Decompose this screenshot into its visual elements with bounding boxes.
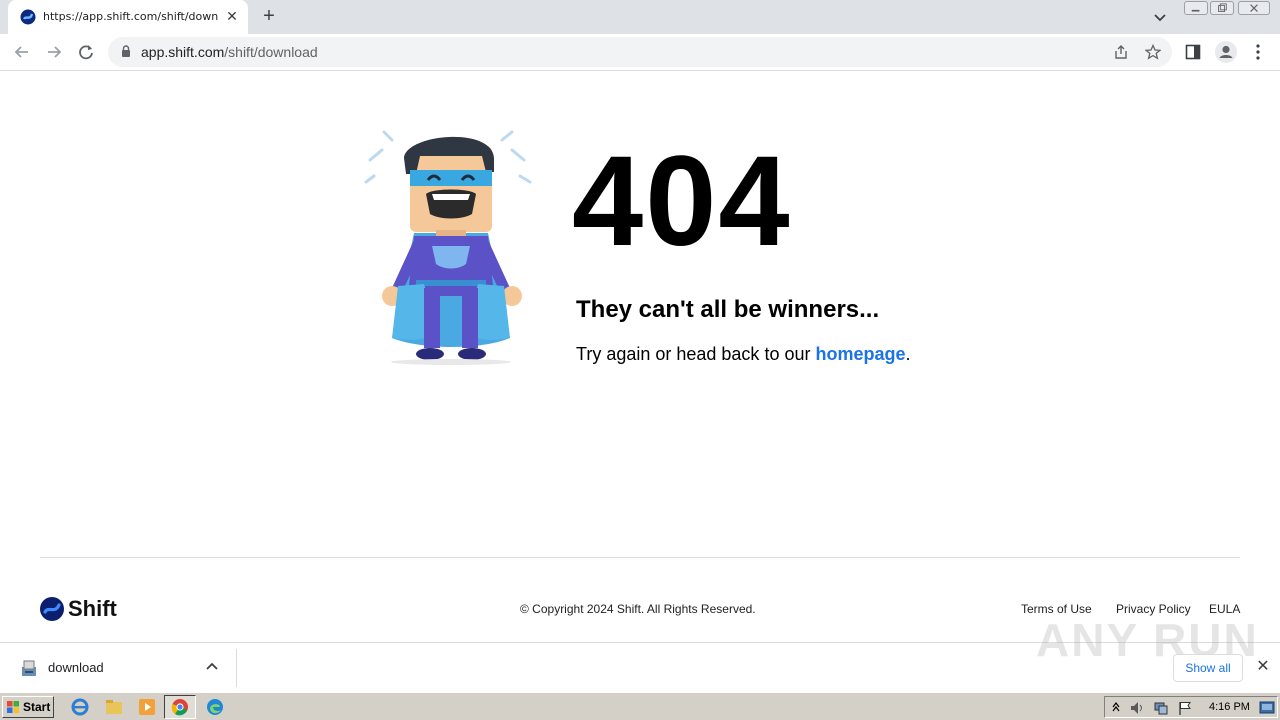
- file-explorer-icon[interactable]: [104, 697, 124, 717]
- download-bar-close-icon[interactable]: ✕: [1254, 658, 1272, 676]
- side-panel-icon[interactable]: [1185, 44, 1201, 60]
- tab-search-chevron-icon[interactable]: [1150, 7, 1170, 27]
- profile-avatar-icon[interactable]: [1214, 40, 1238, 64]
- download-bar: ANY RUN download Show all ✕: [0, 614, 1280, 692]
- browser-toolbar: app.shift.com/shift/download: [0, 34, 1280, 71]
- url-domain: app.shift.com: [141, 44, 225, 60]
- chevron-up-icon[interactable]: [204, 659, 220, 675]
- url-text: app.shift.com/shift/download: [141, 44, 318, 60]
- forward-arrow-icon[interactable]: [43, 41, 65, 63]
- lock-icon[interactable]: [121, 45, 131, 58]
- share-icon[interactable]: [1113, 44, 1129, 60]
- menu-kebab-icon[interactable]: [1250, 43, 1266, 61]
- start-label: Start: [23, 700, 51, 714]
- page-content: 404 They can't all be winners... Try aga…: [0, 72, 1280, 642]
- shift-logo-icon: [40, 597, 64, 621]
- bookmark-star-icon[interactable]: [1145, 44, 1161, 60]
- edge-icon[interactable]: [205, 697, 225, 717]
- homepage-link[interactable]: homepage: [815, 344, 905, 364]
- media-player-icon[interactable]: [137, 697, 157, 717]
- action-center-flag-icon[interactable]: [1177, 700, 1193, 716]
- window-close-button[interactable]: [1238, 1, 1270, 15]
- tab-title: https://app.shift.com/shift/download: [43, 10, 219, 23]
- show-all-button[interactable]: Show all: [1173, 654, 1243, 682]
- windows-flag-icon: [7, 701, 19, 713]
- minimize-button[interactable]: [1184, 1, 1208, 15]
- chrome-icon: [171, 699, 188, 716]
- error-message-prefix: Try again or head back to our: [576, 344, 816, 364]
- download-separator: [236, 649, 237, 687]
- internet-explorer-icon[interactable]: [70, 697, 90, 717]
- show-desktop-icon[interactable]: [1259, 700, 1275, 716]
- download-file-name[interactable]: download: [48, 660, 104, 675]
- tab-close-icon[interactable]: ✕: [224, 8, 240, 24]
- crying-superhero-illustration: [364, 130, 532, 365]
- browser-tab[interactable]: https://app.shift.com/shift/download ✕: [8, 0, 248, 34]
- tray-expand-icon[interactable]: [1111, 700, 1121, 714]
- error-message-suffix: .: [905, 344, 911, 364]
- installer-file-icon: [22, 660, 36, 676]
- shift-favicon-icon: [20, 9, 36, 25]
- copyright-text: © Copyright 2024 Shift. All Rights Reser…: [520, 602, 756, 616]
- windows-taskbar: Start 4:16 PM: [0, 692, 1280, 720]
- network-icon[interactable]: [1153, 700, 1169, 716]
- back-arrow-icon[interactable]: [11, 41, 33, 63]
- taskbar-chrome-active[interactable]: [164, 695, 196, 719]
- reload-icon[interactable]: [75, 41, 97, 63]
- address-bar[interactable]: app.shift.com/shift/download: [108, 37, 1172, 67]
- system-tray: 4:16 PM: [1104, 696, 1278, 718]
- taskbar-clock[interactable]: 4:16 PM: [1209, 701, 1250, 713]
- error-code: 404: [572, 130, 792, 273]
- restore-button[interactable]: [1210, 1, 1234, 15]
- url-path: /shift/download: [224, 44, 318, 60]
- start-button[interactable]: Start: [2, 696, 54, 718]
- error-message: Try again or head back to our homepage.: [576, 344, 911, 365]
- footer-brand-name: Shift: [68, 596, 117, 621]
- volume-icon[interactable]: [1129, 700, 1145, 716]
- footer-divider: [40, 557, 1240, 558]
- tab-strip: https://app.shift.com/shift/download ✕ +: [0, 0, 1280, 34]
- new-tab-button[interactable]: +: [258, 6, 280, 28]
- error-heading: They can't all be winners...: [576, 296, 880, 323]
